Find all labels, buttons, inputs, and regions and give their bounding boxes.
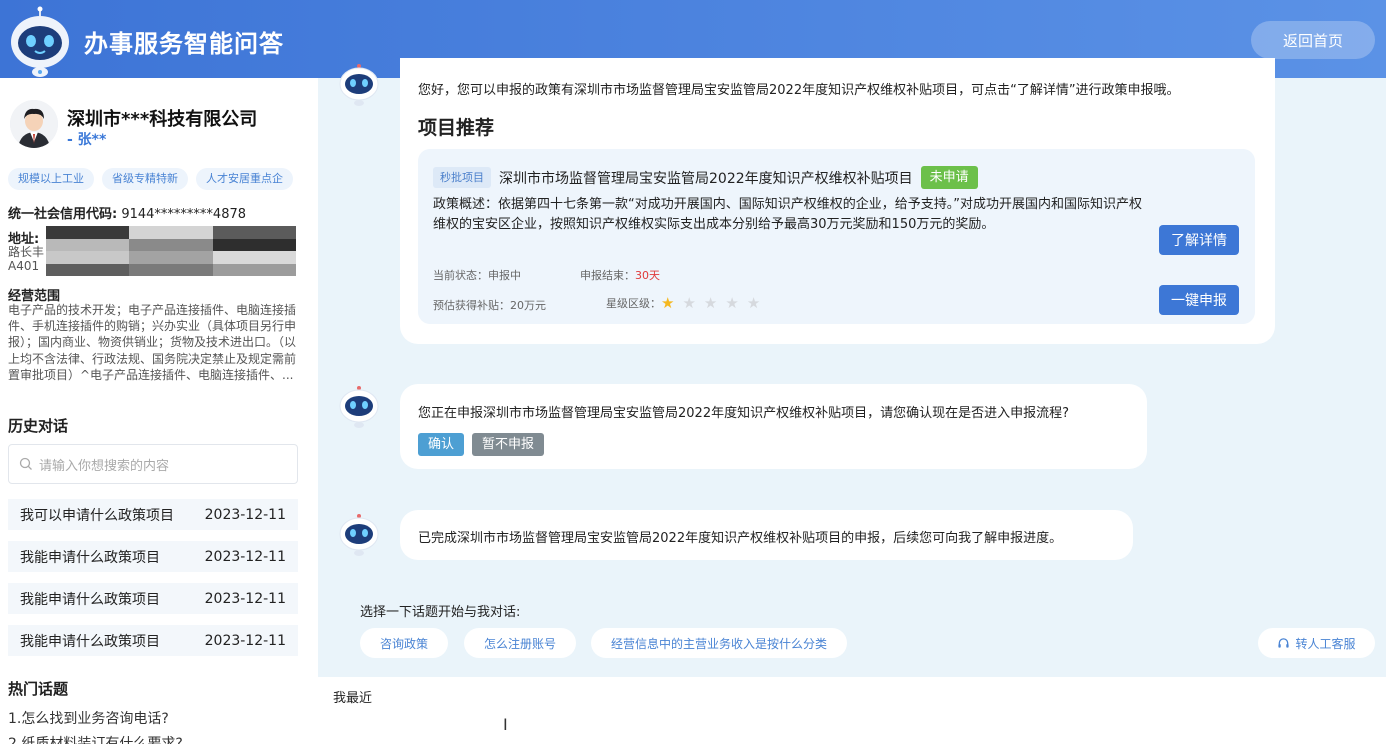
message-input[interactable]: 我最近 I — [318, 677, 1386, 744]
company-tag[interactable]: 省级专精特新 — [102, 168, 188, 190]
bot-message-complete: 已完成深圳市市场监督管理局宝安监管局2022年度知识产权维权补贴项目的申报，后续… — [400, 510, 1133, 560]
confirm-button[interactable]: 确认 — [418, 433, 465, 456]
hot-topics-title: 热门话题 — [8, 680, 69, 698]
estimated-subsidy: 预估获得补贴：20万元 — [433, 297, 546, 313]
star-empty-icon: ★ — [703, 294, 718, 312]
deadline-value: 30天 — [635, 269, 660, 282]
deadline: 申报结束：30天 — [580, 267, 660, 283]
credit-code-label: 统一社会信用代码: — [8, 207, 118, 222]
details-button[interactable]: 了解详情 — [1159, 225, 1239, 255]
policy-summary: 政策概述：依据第四十七条第一款“对成功开展国内、国际知识产权维权的企业，给予支持… — [433, 197, 1142, 232]
level-label: 星级区级： — [606, 297, 661, 310]
history-item-label: 我能申请什么政策项目 — [20, 549, 160, 566]
star-empty-icon: ★ — [682, 294, 696, 312]
company-tag[interactable]: 规模以上工业 — [8, 168, 94, 190]
search-icon — [19, 457, 32, 470]
history-item[interactable]: 我可以申请什么政策项目 2023-12-11 — [8, 499, 298, 530]
history-item-date: 2023-12-11 — [204, 506, 286, 523]
back-home-button[interactable]: 返回首页 — [1251, 21, 1375, 59]
history-item[interactable]: 我能申请什么政策项目 2023-12-11 — [8, 583, 298, 614]
star-filled-icon: ★ — [661, 294, 675, 312]
text-cursor-icon: I — [503, 715, 508, 734]
history-item-label: 我能申请什么政策项目 — [20, 633, 160, 650]
message-text: 已完成深圳市市场监督管理局宝安监管局2022年度知识产权维权补贴项目的申报，后续… — [418, 531, 1063, 546]
bot-avatar-icon — [339, 386, 379, 428]
credit-code-value: 9144*********4878 — [121, 207, 247, 222]
bot-avatar-icon — [339, 514, 379, 556]
avatar — [10, 100, 58, 148]
current-status: 当前状态：申报中 — [433, 267, 521, 283]
subsidy-value: 20万元 — [510, 299, 546, 312]
history-title: 历史对话 — [8, 417, 69, 435]
bot-message-confirm: 您正在申报深圳市市场监督管理局宝安监管局2022年度知识产权维权补贴项目，请您确… — [400, 384, 1147, 469]
star-rating: ★ ★ ★ ★ ★ — [661, 294, 768, 312]
history-list: 我可以申请什么政策项目 2023-12-11 我能申请什么政策项目 2023-1… — [8, 499, 298, 667]
history-item[interactable]: 我能申请什么政策项目 2023-12-11 — [8, 625, 298, 656]
company-name: 深圳市***科技有限公司 — [67, 109, 258, 130]
topic-chip[interactable]: 经营信息中的主营业务收入是按什么分类 — [591, 628, 847, 658]
history-item-label: 我能申请什么政策项目 — [20, 591, 160, 608]
human-service-button[interactable]: 转人工客服 — [1258, 628, 1375, 658]
status-badge: 未申请 — [920, 166, 978, 189]
human-service-label: 转人工客服 — [1295, 636, 1356, 651]
message-text: 您好，您可以申报的政策有深圳市市场监督管理局宝安监管局2022年度知识产权维权补… — [418, 83, 1180, 98]
address-redaction-mosaic — [46, 226, 296, 276]
hot-topic-item[interactable]: 2.纸质材料装订有什么要求? — [8, 732, 183, 744]
business-scope-text: 电子产品的技术开发；电子产品连接插件、电脑连接插件、手机连接插件的购销；兴办实业… — [8, 303, 297, 382]
deadline-label: 申报结束： — [580, 269, 635, 282]
project-card-header: 秒批项目 深圳市市场监督管理局宝安监管局2022年度知识产权维权补贴项目 未申请 — [433, 166, 978, 189]
message-text: 您正在申报深圳市市场监督管理局宝安监管局2022年度知识产权维权补贴项目，请您确… — [418, 406, 1069, 421]
company-tags: 规模以上工业 省级专精特新 人才安居重点企 — [8, 168, 308, 190]
app-title: 办事服务智能问答 — [84, 30, 284, 58]
history-item-label: 我可以申请什么政策项目 — [20, 507, 174, 524]
topic-chip[interactable]: 怎么注册账号 — [464, 628, 576, 658]
star-level: 星级区级： ★ ★ ★ ★ ★ — [606, 294, 768, 312]
history-item[interactable]: 我能申请什么政策项目 2023-12-11 — [8, 541, 298, 572]
robot-logo-icon — [11, 6, 69, 77]
topic-chip[interactable]: 咨询政策 — [360, 628, 448, 658]
credit-code: 统一社会信用代码: 9144*********4878 — [8, 203, 246, 222]
hot-topics-list: 1.怎么找到业务咨询电话? 2.纸质材料装订有什么要求? — [8, 707, 183, 744]
current-status-label: 当前状态： — [433, 269, 488, 282]
confirm-actions: 确认 暂不申报 — [418, 433, 545, 456]
contact-person: - 张** — [67, 132, 107, 148]
section-title: 项目推荐 — [418, 117, 495, 139]
history-item-date: 2023-12-11 — [204, 632, 286, 649]
history-search-input[interactable]: 请输入你想搜索的内容 — [8, 444, 298, 484]
project-name[interactable]: 深圳市市场监督管理局宝安监管局2022年度知识产权维权补贴项目 — [499, 168, 913, 188]
subsidy-label: 预估获得补贴： — [433, 299, 510, 312]
message-input-value: 我最近 — [333, 691, 373, 706]
decline-button[interactable]: 暂不申报 — [472, 433, 545, 456]
fast-approval-badge: 秒批项目 — [433, 167, 491, 188]
history-item-date: 2023-12-11 — [204, 548, 286, 565]
topic-prompt: 选择一下话题开始与我对话: — [360, 605, 521, 620]
history-item-date: 2023-12-11 — [204, 590, 286, 607]
current-status-value: 申报中 — [488, 269, 521, 282]
bot-avatar-icon — [339, 64, 379, 106]
headset-icon — [1278, 637, 1290, 648]
user-avatar-icon — [10, 100, 58, 148]
project-card: 秒批项目 深圳市市场监督管理局宝安监管局2022年度知识产权维权补贴项目 未申请… — [418, 149, 1255, 324]
sidebar: 深圳市***科技有限公司 - 张** 规模以上工业 省级专精特新 人才安居重点企… — [0, 78, 318, 744]
hot-topic-item[interactable]: 1.怎么找到业务咨询电话? — [8, 707, 183, 732]
search-placeholder: 请输入你想搜索的内容 — [39, 458, 170, 474]
company-tag[interactable]: 人才安居重点企 — [196, 168, 293, 190]
apply-button[interactable]: 一键申报 — [1159, 285, 1239, 315]
star-empty-icon: ★ — [746, 294, 761, 312]
star-empty-icon: ★ — [725, 294, 739, 312]
